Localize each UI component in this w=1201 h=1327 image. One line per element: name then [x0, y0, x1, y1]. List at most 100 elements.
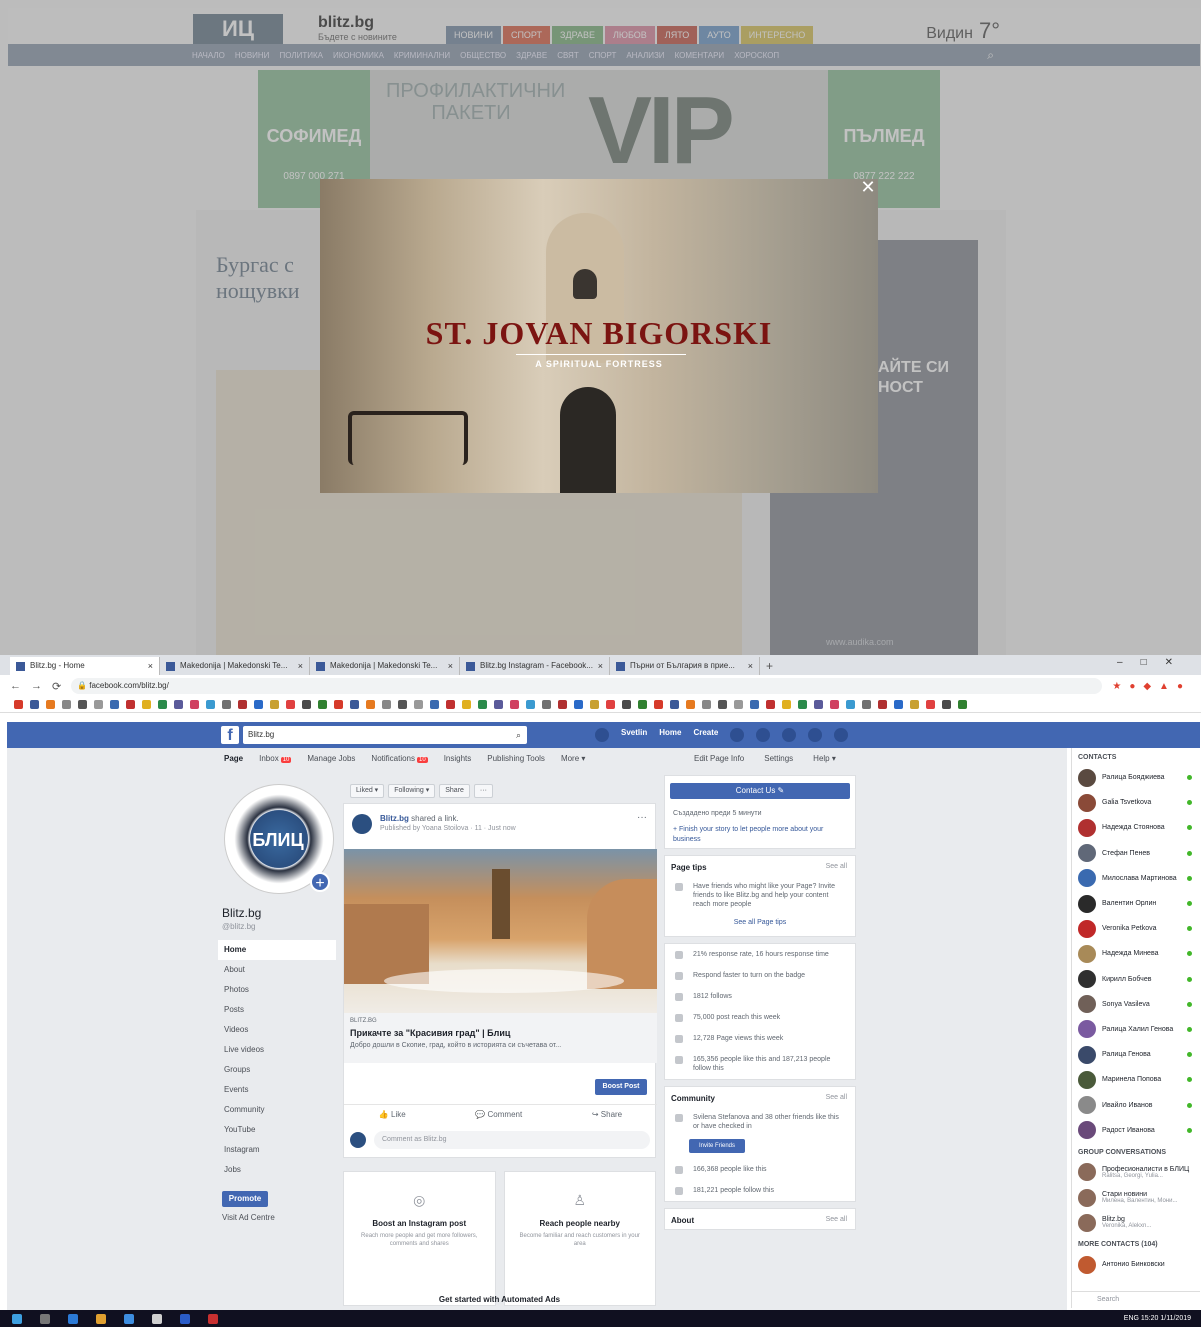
- bookmark-icon[interactable]: [254, 700, 263, 709]
- bookmark-icon[interactable]: [718, 700, 727, 709]
- left-nav-item-posts[interactable]: Posts: [218, 1000, 336, 1020]
- bookmark-icon[interactable]: [270, 700, 279, 709]
- close-icon[interactable]: ✕: [859, 178, 877, 196]
- promo-card-0[interactable]: ◎ Boost an Instagram post Reach more peopl…: [343, 1171, 496, 1306]
- page-action-1[interactable]: Following ▾: [388, 784, 436, 798]
- bookmark-icon[interactable]: [286, 700, 295, 709]
- page-stat-2[interactable]: 1812 follows: [665, 986, 855, 1007]
- facebook-logo-icon[interactable]: f: [221, 726, 239, 744]
- group-row[interactable]: Професионалисти в БЛИЦ Ralitsa, Georgi, Y…: [1072, 1160, 1200, 1185]
- bookmark-icon[interactable]: [510, 700, 519, 709]
- bookmark-icon[interactable]: [158, 700, 167, 709]
- window-controls[interactable]: –□✕: [1117, 657, 1191, 668]
- notifications-icon[interactable]: [782, 728, 797, 742]
- page-tab-6[interactable]: More ▾: [561, 754, 585, 763]
- bookmark-icon[interactable]: [766, 700, 775, 709]
- contact-row[interactable]: Маринела Попова: [1072, 1067, 1200, 1092]
- finish-story-link[interactable]: + Finish your story to let people more a…: [665, 822, 855, 848]
- page-action-2[interactable]: Share: [439, 784, 470, 798]
- boost-post-button[interactable]: Boost Post: [595, 1079, 647, 1095]
- reload-icon[interactable]: ⟳: [52, 680, 61, 693]
- bookmark-icon[interactable]: [334, 700, 343, 709]
- contact-row[interactable]: Ралица Халил Генова: [1072, 1017, 1200, 1042]
- page-tab-5[interactable]: Publishing Tools: [487, 754, 545, 763]
- bookmark-icon[interactable]: [14, 700, 23, 709]
- like-button[interactable]: 👍 Like: [379, 1105, 406, 1124]
- page-tab-2[interactable]: Manage Jobs: [307, 754, 355, 763]
- page-tab-right-2[interactable]: Help ▾: [813, 754, 836, 763]
- page-tab-3[interactable]: Notifications 10: [371, 754, 428, 763]
- bookmark-icon[interactable]: [846, 700, 855, 709]
- bookmark-icon[interactable]: [430, 700, 439, 709]
- page-profile-picture[interactable]: БЛИЦ +: [225, 785, 333, 893]
- browser-tab-0[interactable]: Blitz.bg - Home ×: [10, 657, 160, 675]
- promo-card-1[interactable]: ♙ Reach people nearby Become familiar and …: [503, 1171, 656, 1306]
- page-tips-see-all[interactable]: See all: [826, 863, 847, 870]
- add-photo-icon[interactable]: +: [310, 872, 330, 892]
- chrome-icon[interactable]: [96, 1313, 106, 1324]
- left-nav-item-videos[interactable]: Videos: [218, 1020, 336, 1040]
- contact-row[interactable]: Кирилл Бобчев: [1072, 967, 1200, 992]
- link-preview[interactable]: BLITZ.BG Прикачте за "Красивия град" | Б…: [344, 1013, 657, 1063]
- bookmark-icon[interactable]: [206, 700, 215, 709]
- bookmark-icon[interactable]: [78, 700, 87, 709]
- page-stat-4[interactable]: 12,728 Page views this week: [665, 1028, 855, 1049]
- close-tab-icon[interactable]: ×: [598, 657, 603, 675]
- community-see-all[interactable]: See all: [826, 1094, 847, 1101]
- bookmark-icon[interactable]: [494, 700, 503, 709]
- promote-button[interactable]: Promote: [222, 1191, 268, 1207]
- contact-row[interactable]: Надежда Стоянова: [1072, 815, 1200, 840]
- bookmark-icon[interactable]: [446, 700, 455, 709]
- bookmark-icon[interactable]: [174, 700, 183, 709]
- contact-row[interactable]: Ивайло Иванов: [1072, 1092, 1200, 1117]
- bookmark-icon[interactable]: [94, 700, 103, 709]
- bookmark-icon[interactable]: [542, 700, 551, 709]
- page-tip[interactable]: Have friends who might like your Page? I…: [665, 876, 855, 915]
- post-avatar[interactable]: [352, 814, 372, 834]
- bookmark-icon[interactable]: [590, 700, 599, 709]
- page-action-3[interactable]: ···: [473, 784, 493, 798]
- page-tab-right-0[interactable]: Edit Page Info: [694, 754, 744, 763]
- back-icon[interactable]: ←: [10, 680, 21, 692]
- post-author[interactable]: Blitz.bg shared a link.: [380, 814, 459, 823]
- browser-tab-1[interactable]: Маkedonija | Makedonski Te... ×: [160, 657, 310, 675]
- left-nav-item-home[interactable]: Home: [218, 940, 336, 960]
- bookmark-icon[interactable]: [926, 700, 935, 709]
- bookmark-icon[interactable]: [606, 700, 615, 709]
- bookmark-icon[interactable]: [558, 700, 567, 709]
- bookmark-icon[interactable]: [398, 700, 407, 709]
- browser-tab-2[interactable]: Makedonija | Makedonski Te... ×: [310, 657, 460, 675]
- menu-icon[interactable]: [834, 728, 849, 742]
- more-options-icon[interactable]: ···: [637, 812, 647, 823]
- about-see-all[interactable]: See all: [826, 1216, 847, 1223]
- left-nav-item-live-videos[interactable]: Live videos: [218, 1040, 336, 1060]
- bookmark-icon[interactable]: [878, 700, 887, 709]
- bookmark-icon[interactable]: [526, 700, 535, 709]
- bookmark-icon[interactable]: [910, 700, 919, 709]
- page-stat-1[interactable]: Respond faster to turn on the badge: [665, 965, 855, 986]
- left-nav-item-about[interactable]: About: [218, 960, 336, 980]
- browser-tab-3[interactable]: Blitz.bg Instagram - Facebook... ×: [460, 657, 610, 675]
- page-stat-5[interactable]: 165,356 people like this and 187,213 peo…: [665, 1049, 855, 1079]
- contact-row[interactable]: Veronika Petkova: [1072, 916, 1200, 941]
- explorer-icon[interactable]: [124, 1313, 134, 1324]
- top-nav-home[interactable]: Home: [659, 728, 681, 742]
- store-icon[interactable]: [152, 1313, 162, 1324]
- bookmark-icon[interactable]: [686, 700, 695, 709]
- see-all-tips-link[interactable]: See all Page tips: [665, 915, 855, 936]
- contact-row[interactable]: Радост Иванова: [1072, 1118, 1200, 1143]
- bookmark-icon[interactable]: [222, 700, 231, 709]
- contact-row[interactable]: Galia Tsvetkova: [1072, 790, 1200, 815]
- bookmark-icon[interactable]: [942, 700, 951, 709]
- contact-row[interactable]: Ралица Генова: [1072, 1042, 1200, 1067]
- close-tab-icon[interactable]: ×: [148, 657, 153, 675]
- bookmark-icon[interactable]: [110, 700, 119, 709]
- bookmark-icon[interactable]: [478, 700, 487, 709]
- bookmark-icon[interactable]: [814, 700, 823, 709]
- system-tray[interactable]: ENG 15:20 1/11/2019: [1124, 1310, 1191, 1327]
- page-tab-1[interactable]: Inbox 10: [259, 754, 292, 763]
- left-nav-item-jobs[interactable]: Jobs: [218, 1160, 336, 1180]
- url-input[interactable]: 🔒 facebook.com/blitz.bg/: [71, 678, 1103, 694]
- share-button[interactable]: ↪ Share: [592, 1105, 622, 1124]
- close-tab-icon[interactable]: ×: [448, 657, 453, 675]
